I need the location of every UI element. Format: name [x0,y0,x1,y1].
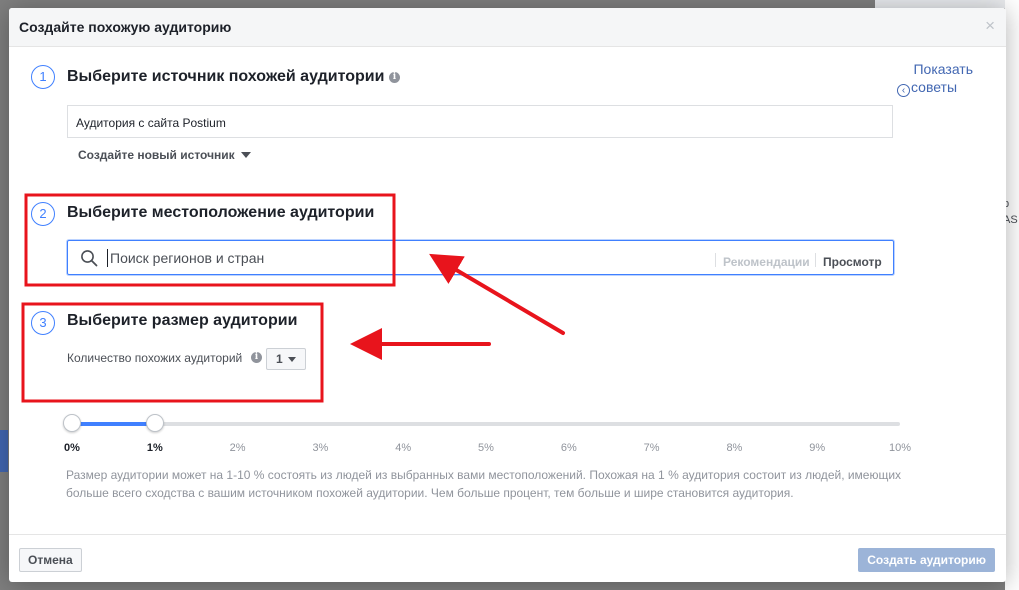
browse-link[interactable]: Просмотр [823,255,882,269]
slider-tick-label: 4% [395,442,412,454]
slider-tick-label: 5% [478,442,494,454]
location-search-box[interactable]: Рекомендации Просмотр [67,240,894,275]
chevron-left-icon: ‹ [897,84,910,97]
search-icon [81,250,98,267]
tips-label-line1: Показать [913,61,973,77]
slider-tick-label: 7% [643,442,660,454]
dialog-title: Создайте похожую аудиторию [19,19,232,35]
create-new-source-button[interactable]: Создайте новый источник [78,148,251,162]
audience-size-description: Размер аудитории может на 1-10 % состоят… [66,468,902,500]
slider-start-handle[interactable] [63,414,81,432]
close-icon[interactable]: × [985,17,995,35]
caret-down-icon [287,357,296,362]
slider-tick-label: 2% [229,442,246,454]
divider [815,253,816,267]
caret-down-icon [240,152,251,158]
step-1-number: 1 [31,65,55,89]
location-search-input[interactable] [110,247,670,269]
slider-tick-label: 3% [312,442,329,454]
step-3-number: 3 [31,311,55,335]
info-icon[interactable]: i [251,352,262,363]
create-audience-button[interactable]: Создать аудиторию [858,548,995,572]
slider-tick-label: 8% [726,442,743,454]
text-cursor [107,249,108,267]
slider-tick-label: 6% [560,442,577,454]
lookalike-count-label: Количество похожих аудиторий [67,351,243,365]
audience-size-slider[interactable] [63,414,900,432]
divider [715,253,716,267]
background-page-right [1005,0,1019,590]
show-tips-link[interactable]: Показать ‹ советы [897,60,977,97]
background-page-strip [875,0,1019,8]
cancel-button[interactable]: Отмена [19,548,82,572]
step-2-title: Выберите местоположение аудитории [67,204,375,221]
slider-tick-label: 1% [146,442,163,454]
step-2-number: 2 [31,202,55,226]
tips-label-line2: советы [911,79,958,95]
background-button [0,430,8,472]
step-3-title: Выберите размер аудитории [67,312,298,329]
recommendations-link[interactable]: Рекомендации [723,255,810,269]
lookalike-audience-dialog: Создайте похожую аудиторию × Показать ‹ с… [9,8,1006,582]
step-1-title: Выберите источник похожей аудитории [67,68,385,85]
slider-tick-label: 0% [64,442,80,454]
dialog-footer: Отмена Создать аудиторию [9,534,1006,582]
info-icon[interactable]: i [389,72,400,83]
lookalike-count-value: 1 [276,352,283,366]
create-new-source-label: Создайте новый источник [78,148,235,162]
slider-tick-label: 9% [809,442,826,454]
slider-tick-label: 10% [888,442,912,454]
lookalike-count-select[interactable]: 1 [266,348,306,370]
slider-selected-range [72,422,155,426]
source-audience-field[interactable]: Аудитория с сайта Postium [67,105,893,138]
slider-end-handle[interactable] [145,414,164,432]
dialog-header: Создайте похожую аудиторию × [9,8,1006,47]
